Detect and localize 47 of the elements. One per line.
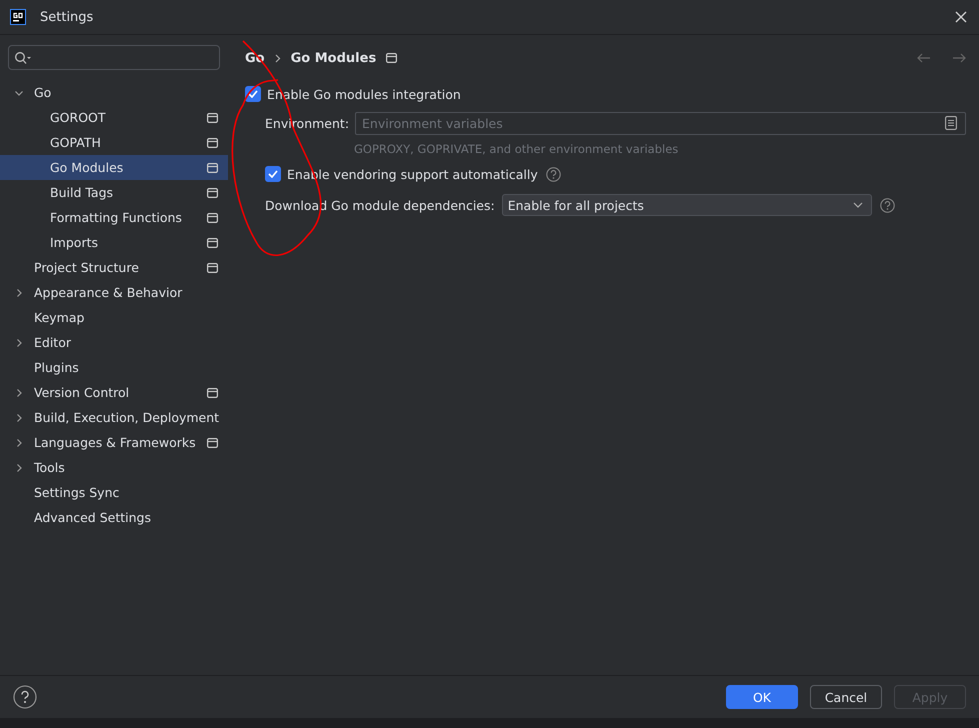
search-field[interactable] <box>8 45 220 70</box>
window-title: Settings <box>40 10 94 24</box>
app-logo-icon <box>10 9 26 25</box>
help-icon[interactable] <box>880 198 895 212</box>
breadcrumb-item[interactable]: Go Modules <box>290 50 376 66</box>
tree-item[interactable]: Editor <box>0 330 228 355</box>
check-icon <box>268 170 278 178</box>
window-icon <box>386 53 398 63</box>
chevron-icon[interactable] <box>14 338 24 348</box>
dialog-button[interactable]: OK <box>726 685 798 709</box>
document-icon[interactable] <box>945 116 957 130</box>
tree-item[interactable]: Settings Sync <box>0 480 228 505</box>
hint-text: GOPROXY, GOPRIVATE, and other environment variables <box>354 142 680 156</box>
tree-item[interactable]: Plugins <box>0 355 228 380</box>
tree-item[interactable]: Tools <box>0 455 228 480</box>
forward-arrow-icon[interactable] <box>952 53 966 63</box>
close-icon[interactable] <box>955 11 967 23</box>
tree-item[interactable]: GOPATH <box>0 130 228 155</box>
tree-item[interactable]: Keymap <box>0 305 228 330</box>
chevron-icon[interactable] <box>14 412 24 422</box>
tree-item[interactable]: Version Control <box>0 380 228 405</box>
chevron-down-icon <box>852 202 863 208</box>
chevron-icon[interactable] <box>14 438 24 448</box>
dialog-button[interactable]: Cancel <box>810 685 882 709</box>
tree-item[interactable]: Languages & Frameworks <box>0 430 228 455</box>
tree-item[interactable]: Advanced Settings <box>0 505 228 530</box>
tree-item[interactable]: Build, Execution, Deployment <box>0 405 228 430</box>
help-icon[interactable] <box>13 685 37 709</box>
check-icon <box>248 90 258 98</box>
tree-item[interactable]: GOROOT <box>0 105 228 130</box>
help-icon[interactable] <box>546 166 561 182</box>
chevron-icon[interactable] <box>14 462 24 472</box>
dropdown[interactable]: Enable for all projects <box>502 194 872 216</box>
chevron-icon[interactable] <box>14 388 24 398</box>
tree-item[interactable]: Go <box>0 80 228 105</box>
tree-item[interactable]: Formatting Functions <box>0 205 228 230</box>
tree-item[interactable]: Appearance & Behavior <box>0 280 228 305</box>
tree-item[interactable]: Imports <box>0 230 228 255</box>
checkbox[interactable] <box>265 166 281 182</box>
back-arrow-icon[interactable] <box>917 53 931 63</box>
tree-item[interactable]: Project Structure <box>0 255 228 280</box>
chevron-icon <box>274 54 281 62</box>
search-icon <box>14 50 32 64</box>
tree-item[interactable]: Build Tags <box>0 180 228 205</box>
tree-item[interactable]: Go Modules <box>0 155 228 180</box>
chevron-icon[interactable] <box>14 288 24 298</box>
environment-field[interactable]: Environment variables <box>355 112 966 135</box>
